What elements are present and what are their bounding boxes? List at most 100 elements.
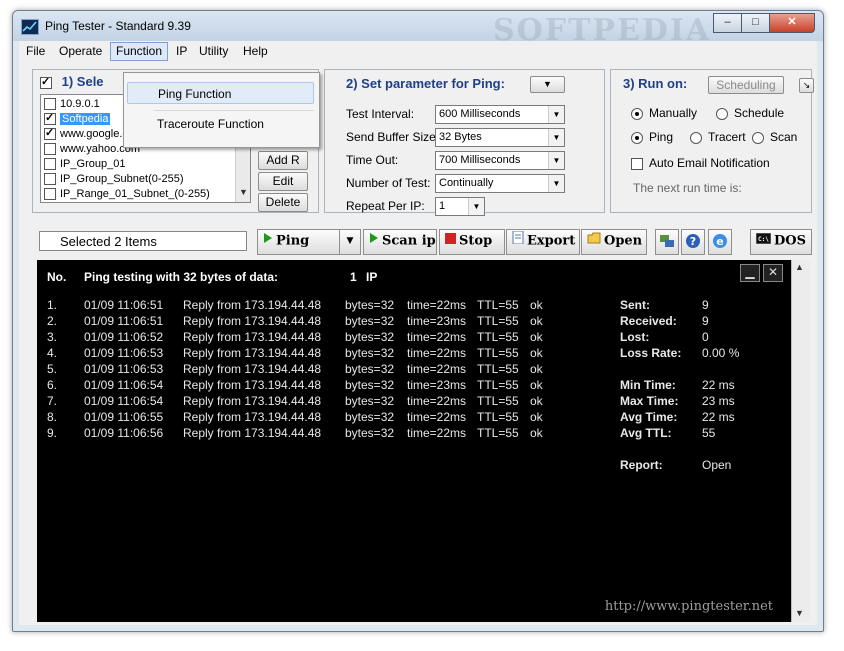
item-checkbox[interactable] — [44, 126, 56, 141]
chevron-down-icon[interactable]: ▼ — [548, 106, 564, 123]
ping-row-ttl: TTL=55 — [477, 394, 519, 408]
chevron-down-icon[interactable]: ▼ — [548, 129, 564, 146]
buffer-size-select[interactable]: 32 Bytes ▼ — [435, 128, 565, 147]
ping-row-ttl: TTL=55 — [477, 378, 519, 392]
menu-ip[interactable]: IP — [171, 43, 192, 60]
menu-utility[interactable]: Utility — [194, 43, 233, 60]
scan-radio[interactable]: Scan — [752, 130, 797, 144]
stat-label: Min Time: — [620, 378, 676, 392]
minimize-console-icon[interactable]: ▁ — [740, 264, 760, 282]
number-of-test-select[interactable]: Continually ▼ — [435, 174, 565, 193]
network-icon[interactable] — [655, 229, 679, 255]
buffer-size-label: Send Buffer Size: — [346, 130, 440, 144]
chevron-down-icon[interactable]: ▼ — [468, 198, 484, 215]
item-checkbox[interactable] — [44, 173, 56, 186]
function-menu: Ping Function Traceroute Function — [123, 72, 320, 148]
scroll-down-icon[interactable]: ▼ — [795, 608, 804, 618]
test-interval-select[interactable]: 600 Milliseconds ▼ — [435, 105, 565, 124]
ping-row-bytes: bytes=32 — [345, 330, 395, 344]
ping-row-status: ok — [530, 314, 543, 328]
website-url[interactable]: http://www.pingtester.net — [605, 599, 773, 614]
ping-row-ttl: TTL=55 — [477, 426, 519, 440]
menu-file[interactable]: File — [21, 43, 50, 60]
manually-radio[interactable]: Manually — [631, 106, 697, 120]
menu-help[interactable]: Help — [238, 43, 273, 60]
parameters-dropdown-button[interactable]: ▼ — [530, 76, 565, 93]
repeat-per-ip-select[interactable]: 1 ▼ — [435, 197, 485, 216]
ping-row-reply: Reply from 173.194.44.48 — [183, 298, 322, 312]
stat-value: 9 — [702, 314, 709, 328]
stat-value: 55 — [702, 426, 716, 440]
list-item[interactable]: 10.9.0.1 — [44, 97, 100, 112]
console-header-no: No. — [47, 270, 67, 284]
maximize-button[interactable]: □ — [741, 13, 770, 33]
close-console-icon[interactable]: ✕ — [763, 264, 783, 282]
ping-row-rtt: time=22ms — [407, 426, 467, 440]
ping-row-status: ok — [530, 298, 543, 312]
chevron-down-icon[interactable]: ▼ — [548, 152, 564, 169]
item-checkbox[interactable] — [44, 98, 56, 111]
add-range-button[interactable]: Add R — [258, 151, 308, 170]
auto-email-checkbox[interactable]: Auto Email Notification — [631, 156, 770, 170]
dos-button[interactable]: C:\ DOS — [750, 229, 812, 255]
ping-row-time: 01/09 11:06:52 — [84, 330, 164, 344]
scroll-up-icon[interactable]: ▲ — [795, 262, 804, 272]
select-all-checkbox[interactable] — [40, 75, 52, 89]
chevron-down-icon[interactable]: ▼ — [548, 175, 564, 192]
timeout-select[interactable]: 700 Milliseconds ▼ — [435, 151, 565, 170]
ping-row-reply: Reply from 173.194.44.48 — [183, 362, 322, 376]
ping-row-no: 3. — [47, 330, 58, 344]
ping-row-rtt: time=22ms — [407, 346, 467, 360]
ping-row-reply: Reply from 173.194.44.48 — [183, 378, 322, 392]
help-icon[interactable]: ? — [681, 229, 705, 255]
menu-item-ping-function[interactable]: Ping Function — [127, 82, 314, 104]
ping-radio[interactable]: Ping — [631, 130, 673, 144]
edit-button[interactable]: Edit — [258, 172, 308, 191]
ping-row-bytes: bytes=32 — [345, 394, 395, 408]
ping-row-bytes: bytes=32 — [345, 362, 395, 376]
item-checkbox[interactable] — [44, 143, 56, 156]
ping-row-ttl: TTL=55 — [477, 362, 519, 376]
item-checkbox[interactable] — [44, 188, 56, 201]
item-checkbox[interactable] — [44, 158, 56, 171]
stat-value: 0 — [702, 330, 709, 344]
close-button[interactable]: ✕ — [769, 13, 815, 33]
item-checkbox[interactable] — [44, 111, 56, 126]
title-bar[interactable]: Ping Tester - Standard 9.39 SOFTPEDIA – … — [13, 11, 823, 48]
ping-button[interactable]: Ping — [257, 229, 341, 255]
ping-row-no: 1. — [47, 298, 58, 312]
stat-value: 22 ms — [702, 410, 735, 424]
browser-icon[interactable]: e — [708, 229, 732, 255]
list-item[interactable]: Softpedia — [44, 111, 111, 127]
scan-ip-button[interactable]: Scan ip — [363, 229, 437, 255]
minimize-button[interactable]: – — [713, 13, 742, 33]
console-scrollbar[interactable]: ▲ ▼ — [791, 260, 810, 622]
menu-function[interactable]: Function — [110, 42, 169, 61]
ping-row-rtt: time=23ms — [407, 314, 467, 328]
export-button[interactable]: Export — [506, 229, 580, 255]
list-item[interactable]: IP_Range_01_Subnet_(0-255) — [44, 187, 210, 202]
menu-item-traceroute-function[interactable]: Traceroute Function — [127, 113, 314, 135]
ping-row-no: 8. — [47, 410, 58, 424]
list-item[interactable]: IP_Group_Subnet(0-255) — [44, 172, 184, 187]
delete-button[interactable]: Delete — [258, 193, 308, 212]
open-button[interactable]: Open — [581, 229, 647, 255]
scroll-down-icon[interactable]: ▼ — [239, 187, 248, 197]
ping-row-status: ok — [530, 378, 543, 392]
ping-row-time: 01/09 11:06:55 — [84, 410, 164, 424]
select-ip-heading: 1) Sele — [40, 74, 104, 89]
scheduling-button[interactable]: Scheduling — [708, 76, 784, 94]
ping-row-bytes: bytes=32 — [345, 378, 395, 392]
menu-operate[interactable]: Operate — [54, 43, 107, 60]
expand-icon[interactable]: ↘ — [799, 78, 814, 93]
stat-value: 0.00 % — [702, 346, 740, 360]
ping-row-no: 5. — [47, 362, 58, 376]
stop-button[interactable]: Stop — [439, 229, 505, 255]
list-item[interactable]: IP_Group_01 — [44, 157, 125, 172]
tracert-radio[interactable]: Tracert — [690, 130, 746, 144]
stat-value[interactable]: Open — [702, 458, 731, 472]
parameters-heading: 2) Set parameter for Ping: — [346, 76, 505, 91]
ping-dropdown-button[interactable]: ▼ — [339, 229, 361, 255]
stat-value: 22 ms — [702, 378, 735, 392]
schedule-radio[interactable]: Schedule — [716, 106, 784, 120]
